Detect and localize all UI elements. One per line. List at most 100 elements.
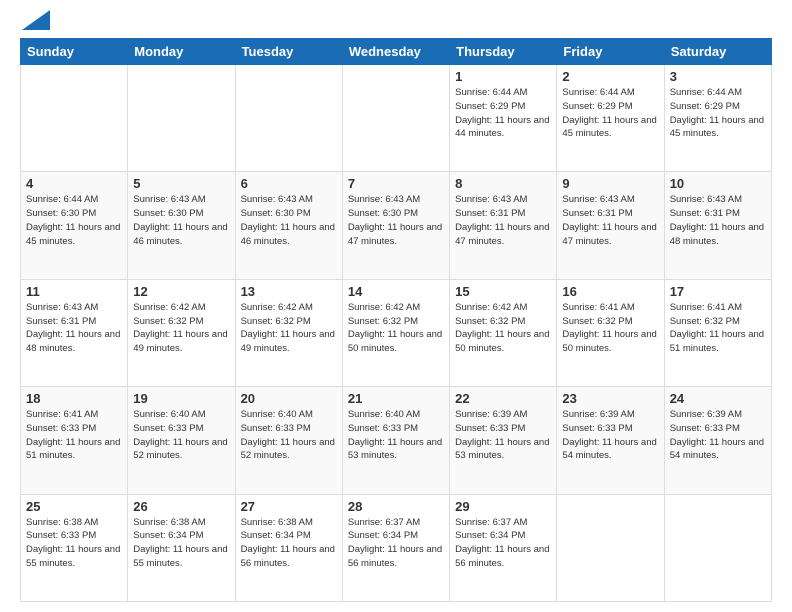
calendar-cell — [557, 494, 664, 601]
day-number: 2 — [562, 69, 658, 84]
calendar-header-wednesday: Wednesday — [342, 39, 449, 65]
day-info: Sunrise: 6:43 AM Sunset: 6:31 PM Dayligh… — [26, 301, 122, 356]
day-number: 6 — [241, 176, 337, 191]
day-number: 12 — [133, 284, 229, 299]
day-number: 5 — [133, 176, 229, 191]
day-info: Sunrise: 6:43 AM Sunset: 6:31 PM Dayligh… — [670, 193, 766, 248]
day-info: Sunrise: 6:40 AM Sunset: 6:33 PM Dayligh… — [241, 408, 337, 463]
calendar-week-row: 4Sunrise: 6:44 AM Sunset: 6:30 PM Daylig… — [21, 172, 772, 279]
calendar-cell: 21 Sunrise: 6:40 AM Sunset: 6:33 PM Dayli… — [342, 387, 449, 494]
calendar-cell: 2 Sunrise: 6:44 AM Sunset: 6:29 PM Daylig… — [557, 65, 664, 172]
day-info: Sunrise: 6:40 AM Sunset: 6:33 PM Dayligh… — [133, 408, 229, 463]
day-info: Sunrise: 6:43 AM Sunset: 6:30 PM Dayligh… — [133, 193, 229, 248]
day-number: 10 — [670, 176, 766, 191]
day-number: 11 — [26, 284, 122, 299]
day-info: Sunrise: 6:39 AM Sunset: 6:33 PM Dayligh… — [562, 408, 658, 463]
calendar-table: SundayMondayTuesdayWednesdayThursdayFrid… — [20, 38, 772, 602]
day-number: 29 — [455, 499, 551, 514]
day-number: 17 — [670, 284, 766, 299]
day-number: 14 — [348, 284, 444, 299]
calendar-cell: 3 Sunrise: 6:44 AM Sunset: 6:29 PM Daylig… — [664, 65, 771, 172]
day-info: Sunrise: 6:40 AM Sunset: 6:33 PM Dayligh… — [348, 408, 444, 463]
page: SundayMondayTuesdayWednesdayThursdayFrid… — [0, 0, 792, 612]
calendar-cell: 7Sunrise: 6:43 AM Sunset: 6:30 PM Daylig… — [342, 172, 449, 279]
calendar-cell: 29 Sunrise: 6:37 AM Sunset: 6:34 PM Dayli… — [450, 494, 557, 601]
day-number: 22 — [455, 391, 551, 406]
day-info: Sunrise: 6:41 AM Sunset: 6:32 PM Dayligh… — [562, 301, 658, 356]
day-number: 27 — [241, 499, 337, 514]
day-info: Sunrise: 6:42 AM Sunset: 6:32 PM Dayligh… — [348, 301, 444, 356]
day-info: Sunrise: 6:42 AM Sunset: 6:32 PM Dayligh… — [133, 301, 229, 356]
calendar-cell: 15 Sunrise: 6:42 AM Sunset: 6:32 PM Dayli… — [450, 279, 557, 386]
day-info: Sunrise: 6:43 AM Sunset: 6:30 PM Dayligh… — [241, 193, 337, 248]
calendar-cell — [342, 65, 449, 172]
day-info: Sunrise: 6:37 AM Sunset: 6:34 PM Dayligh… — [348, 516, 444, 571]
day-number: 9 — [562, 176, 658, 191]
day-number: 24 — [670, 391, 766, 406]
day-info: Sunrise: 6:39 AM Sunset: 6:33 PM Dayligh… — [670, 408, 766, 463]
calendar-header-tuesday: Tuesday — [235, 39, 342, 65]
calendar-cell: 23 Sunrise: 6:39 AM Sunset: 6:33 PM Dayli… — [557, 387, 664, 494]
calendar-cell: 1 Sunrise: 6:44 AM Sunset: 6:29 PM Daylig… — [450, 65, 557, 172]
calendar-header-saturday: Saturday — [664, 39, 771, 65]
day-info: Sunrise: 6:37 AM Sunset: 6:34 PM Dayligh… — [455, 516, 551, 571]
day-info: Sunrise: 6:38 AM Sunset: 6:33 PM Dayligh… — [26, 516, 122, 571]
calendar-cell: 20 Sunrise: 6:40 AM Sunset: 6:33 PM Dayli… — [235, 387, 342, 494]
day-info: Sunrise: 6:39 AM Sunset: 6:33 PM Dayligh… — [455, 408, 551, 463]
calendar-cell: 12 Sunrise: 6:42 AM Sunset: 6:32 PM Dayli… — [128, 279, 235, 386]
day-number: 25 — [26, 499, 122, 514]
calendar-cell: 17 Sunrise: 6:41 AM Sunset: 6:32 PM Dayli… — [664, 279, 771, 386]
calendar-cell: 8Sunrise: 6:43 AM Sunset: 6:31 PM Daylig… — [450, 172, 557, 279]
day-info: Sunrise: 6:44 AM Sunset: 6:30 PM Dayligh… — [26, 193, 122, 248]
day-number: 18 — [26, 391, 122, 406]
calendar-week-row: 25 Sunrise: 6:38 AM Sunset: 6:33 PM Dayli… — [21, 494, 772, 601]
day-info: Sunrise: 6:44 AM Sunset: 6:29 PM Dayligh… — [562, 86, 658, 141]
calendar-cell: 6 Sunrise: 6:43 AM Sunset: 6:30 PM Daylig… — [235, 172, 342, 279]
day-info: Sunrise: 6:38 AM Sunset: 6:34 PM Dayligh… — [241, 516, 337, 571]
day-number: 13 — [241, 284, 337, 299]
day-number: 8 — [455, 176, 551, 191]
day-number: 3 — [670, 69, 766, 84]
calendar-header-row: SundayMondayTuesdayWednesdayThursdayFrid… — [21, 39, 772, 65]
calendar-cell: 28 Sunrise: 6:37 AM Sunset: 6:34 PM Dayli… — [342, 494, 449, 601]
calendar-cell — [235, 65, 342, 172]
day-number: 28 — [348, 499, 444, 514]
logo-icon — [22, 10, 50, 30]
calendar-cell: 11 Sunrise: 6:43 AM Sunset: 6:31 PM Dayli… — [21, 279, 128, 386]
calendar-cell: 25 Sunrise: 6:38 AM Sunset: 6:33 PM Dayli… — [21, 494, 128, 601]
header — [20, 16, 772, 30]
calendar-cell: 10 Sunrise: 6:43 AM Sunset: 6:31 PM Dayli… — [664, 172, 771, 279]
day-number: 7 — [348, 176, 444, 191]
day-info: Sunrise: 6:44 AM Sunset: 6:29 PM Dayligh… — [670, 86, 766, 141]
calendar-week-row: 1 Sunrise: 6:44 AM Sunset: 6:29 PM Daylig… — [21, 65, 772, 172]
calendar-cell: 13 Sunrise: 6:42 AM Sunset: 6:32 PM Dayli… — [235, 279, 342, 386]
calendar-cell — [21, 65, 128, 172]
calendar-header-friday: Friday — [557, 39, 664, 65]
day-number: 26 — [133, 499, 229, 514]
calendar-cell — [664, 494, 771, 601]
day-number: 15 — [455, 284, 551, 299]
day-number: 23 — [562, 391, 658, 406]
day-number: 1 — [455, 69, 551, 84]
calendar-cell: 24 Sunrise: 6:39 AM Sunset: 6:33 PM Dayli… — [664, 387, 771, 494]
calendar-cell: 22 Sunrise: 6:39 AM Sunset: 6:33 PM Dayli… — [450, 387, 557, 494]
day-info: Sunrise: 6:42 AM Sunset: 6:32 PM Dayligh… — [241, 301, 337, 356]
day-info: Sunrise: 6:44 AM Sunset: 6:29 PM Dayligh… — [455, 86, 551, 141]
calendar-cell: 9 Sunrise: 6:43 AM Sunset: 6:31 PM Daylig… — [557, 172, 664, 279]
day-number: 19 — [133, 391, 229, 406]
calendar-cell: 16 Sunrise: 6:41 AM Sunset: 6:32 PM Dayli… — [557, 279, 664, 386]
day-info: Sunrise: 6:41 AM Sunset: 6:32 PM Dayligh… — [670, 301, 766, 356]
day-info: Sunrise: 6:41 AM Sunset: 6:33 PM Dayligh… — [26, 408, 122, 463]
calendar-cell: 18 Sunrise: 6:41 AM Sunset: 6:33 PM Dayli… — [21, 387, 128, 494]
day-number: 21 — [348, 391, 444, 406]
calendar-header-sunday: Sunday — [21, 39, 128, 65]
day-info: Sunrise: 6:38 AM Sunset: 6:34 PM Dayligh… — [133, 516, 229, 571]
day-info: Sunrise: 6:43 AM Sunset: 6:31 PM Dayligh… — [562, 193, 658, 248]
calendar-header-monday: Monday — [128, 39, 235, 65]
calendar-cell: 5 Sunrise: 6:43 AM Sunset: 6:30 PM Daylig… — [128, 172, 235, 279]
calendar-cell: 26 Sunrise: 6:38 AM Sunset: 6:34 PM Dayli… — [128, 494, 235, 601]
day-info: Sunrise: 6:42 AM Sunset: 6:32 PM Dayligh… — [455, 301, 551, 356]
calendar-week-row: 11 Sunrise: 6:43 AM Sunset: 6:31 PM Dayli… — [21, 279, 772, 386]
day-number: 16 — [562, 284, 658, 299]
day-number: 20 — [241, 391, 337, 406]
